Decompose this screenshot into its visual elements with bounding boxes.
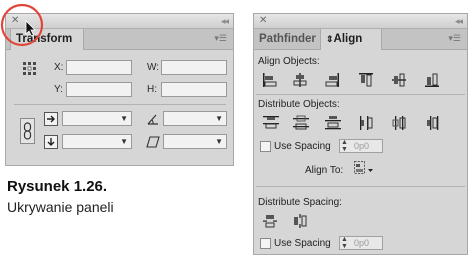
h-field[interactable] bbox=[161, 82, 227, 97]
distribute-bottom-edges-icon[interactable] bbox=[324, 115, 342, 131]
reference-point-icon[interactable] bbox=[23, 62, 37, 76]
align-bottom-edges-icon[interactable] bbox=[424, 72, 440, 88]
spacing-stepper[interactable]: ▲ ▼ 0p0 bbox=[339, 139, 383, 153]
align-separator-2 bbox=[256, 186, 465, 187]
stepper-arrows-icon[interactable]: ▲ ▼ bbox=[341, 139, 348, 153]
distribute-vertical-space-icon[interactable] bbox=[262, 213, 278, 229]
spacing-value: 0p0 bbox=[354, 141, 370, 151]
tab-align[interactable]: ⇕Align bbox=[320, 29, 382, 50]
align-top-edges-icon[interactable] bbox=[358, 72, 374, 88]
h-label: H: bbox=[147, 84, 157, 95]
panel-menu-icon[interactable]: ▾☰ bbox=[448, 33, 461, 44]
distribute-vertical-centers-icon[interactable] bbox=[292, 115, 310, 131]
y-field[interactable] bbox=[66, 82, 132, 97]
spacing-value-2: 0p0 bbox=[354, 238, 370, 248]
scale-x-icon bbox=[44, 112, 58, 126]
distribute-top-edges-icon[interactable] bbox=[262, 115, 280, 131]
tab-pathfinder[interactable]: Pathfinder bbox=[254, 29, 320, 49]
align-right-edges-icon[interactable] bbox=[324, 72, 340, 88]
rotate-angle-icon bbox=[147, 114, 158, 125]
close-icon[interactable]: ✕ bbox=[259, 15, 267, 27]
distribute-spacing-label: Distribute Spacing: bbox=[258, 197, 342, 208]
collapse-icon[interactable]: ◂◂ bbox=[455, 15, 463, 27]
tab-align-label: Align bbox=[333, 33, 363, 45]
shear-dropdown[interactable]: ▼ bbox=[163, 134, 227, 149]
figure-caption-subtitle: Ukrywanie paneli bbox=[7, 199, 114, 215]
use-spacing-checkbox-2[interactable] bbox=[260, 238, 271, 249]
align-separator-1 bbox=[256, 94, 465, 95]
x-field[interactable] bbox=[66, 60, 132, 75]
align-to-selection-icon[interactable] bbox=[353, 160, 375, 176]
align-left-edges-icon[interactable] bbox=[262, 72, 278, 88]
align-tabrow: Pathfinder ⇕Align ▾☰ bbox=[254, 29, 467, 50]
use-spacing-label-2: Use Spacing bbox=[274, 238, 331, 249]
x-label: X: bbox=[54, 62, 64, 73]
panel-menu-icon[interactable]: ▾☰ bbox=[214, 33, 227, 44]
scale-y-dropdown[interactable]: ▼ bbox=[62, 134, 132, 149]
align-objects-label: Align Objects: bbox=[258, 56, 320, 67]
link-icon bbox=[23, 122, 32, 140]
w-label: W: bbox=[147, 62, 160, 73]
align-titlebar: ✕ ◂◂ bbox=[254, 14, 467, 29]
distribute-horizontal-centers-icon[interactable] bbox=[391, 115, 407, 131]
rotate-dropdown[interactable]: ▼ bbox=[163, 111, 227, 126]
distribute-right-edges-icon[interactable] bbox=[424, 115, 440, 131]
distribute-horizontal-space-icon[interactable] bbox=[292, 213, 308, 229]
collapse-icon[interactable]: ◂◂ bbox=[221, 15, 229, 27]
align-to-label: Align To: bbox=[305, 165, 344, 176]
y-label: Y: bbox=[54, 84, 63, 95]
transform-separator bbox=[14, 104, 226, 105]
align-horizontal-centers-icon[interactable] bbox=[292, 72, 308, 88]
distribute-left-edges-icon[interactable] bbox=[358, 115, 374, 131]
scale-y-icon bbox=[44, 135, 58, 149]
shear-angle-icon bbox=[146, 136, 160, 148]
distribute-objects-label: Distribute Objects: bbox=[258, 99, 340, 110]
constrain-proportions-button[interactable] bbox=[20, 118, 35, 144]
spacing-stepper-2[interactable]: ▲ ▼ 0p0 bbox=[339, 236, 383, 250]
tab-arrows-icon: ⇕ bbox=[326, 34, 334, 44]
cursor-arrow-icon bbox=[25, 20, 36, 37]
stepper-arrows-icon[interactable]: ▲ ▼ bbox=[341, 236, 348, 250]
align-panel: ✕ ◂◂ Pathfinder ⇕Align ▾☰ Align Objects:… bbox=[253, 13, 468, 255]
use-spacing-checkbox[interactable] bbox=[260, 141, 271, 152]
use-spacing-label: Use Spacing bbox=[274, 141, 331, 152]
align-vertical-centers-icon[interactable] bbox=[391, 72, 407, 88]
scale-x-dropdown[interactable]: ▼ bbox=[62, 111, 132, 126]
figure-caption-title: Rysunek 1.26. bbox=[7, 178, 108, 195]
w-field[interactable] bbox=[161, 60, 227, 75]
